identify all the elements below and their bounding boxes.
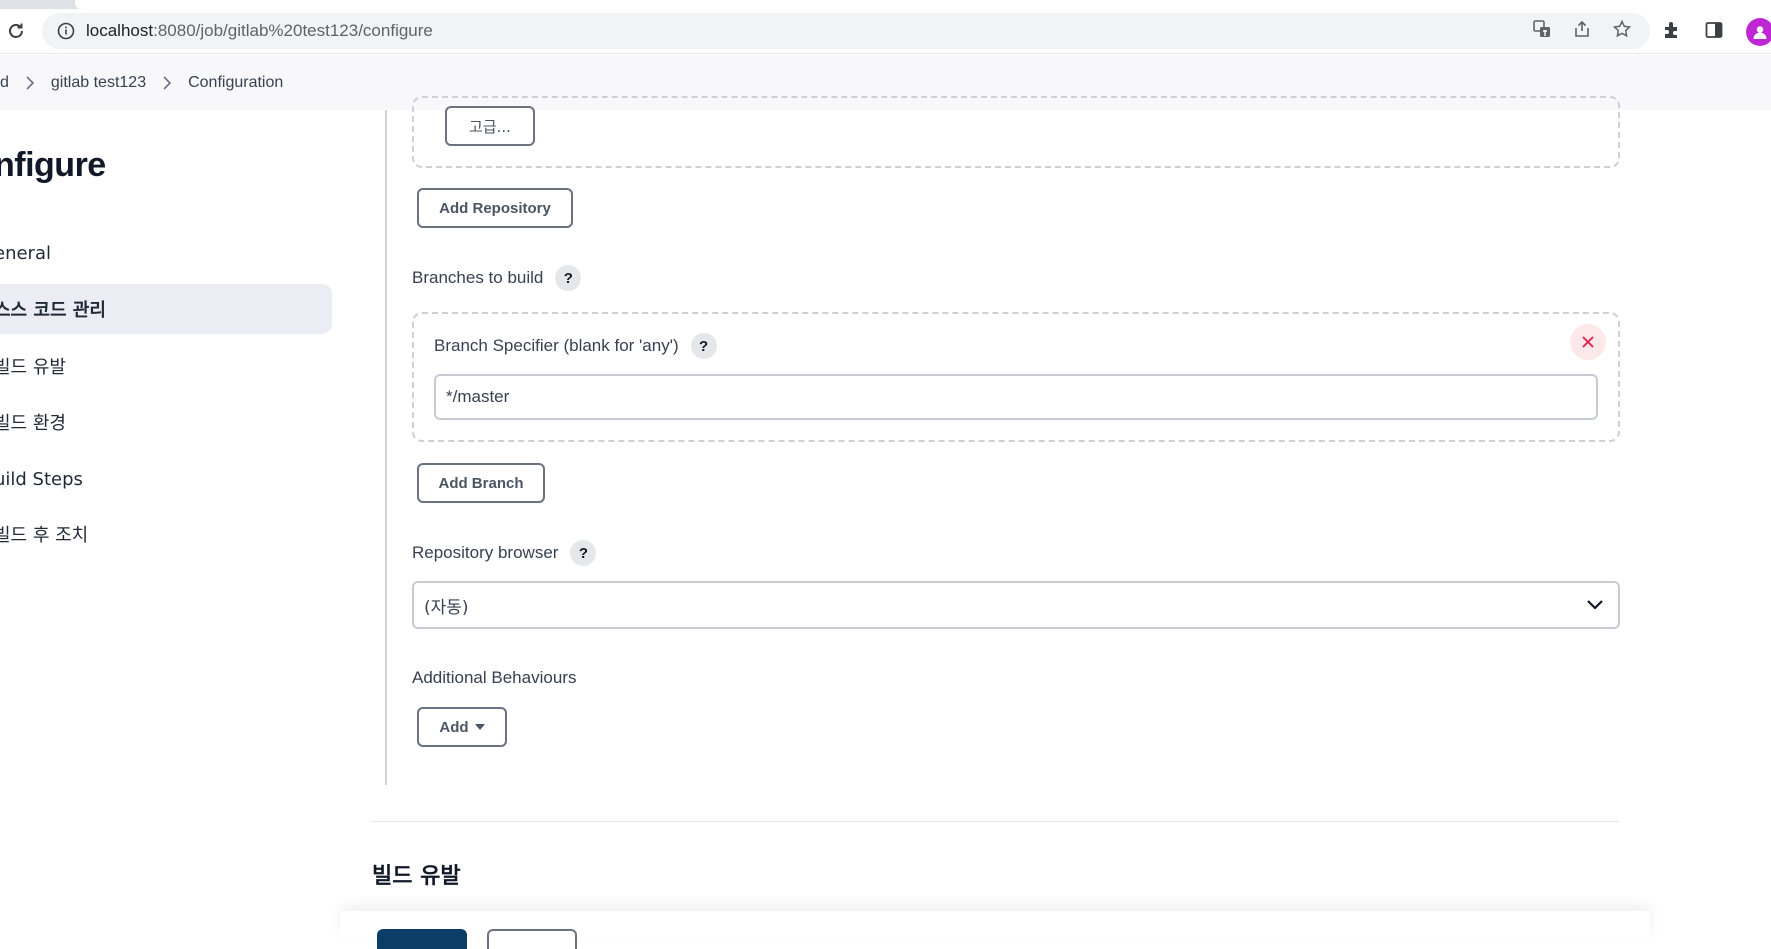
branches-to-build-text: Branches to build — [412, 268, 544, 287]
address-bar[interactable]: localhost:8080/job/gitlab%20test123/conf… — [42, 13, 1650, 49]
add-behaviour-button[interactable]: Add — [417, 707, 507, 747]
breadcrumb-item-job[interactable]: gitlab test123 — [51, 74, 146, 92]
add-repository-button[interactable]: Add Repository — [417, 188, 573, 228]
sidebar-item-source-code-management[interactable]: 스스 코드 관리 — [0, 284, 332, 334]
branch-specifier-input[interactable]: */master — [434, 374, 1598, 420]
section-divider — [385, 110, 387, 785]
sidebar-item-build-environment[interactable]: 빌드 환경 — [0, 397, 332, 447]
section-separator — [371, 821, 1619, 822]
side-panel-icon[interactable] — [1704, 20, 1724, 44]
help-icon[interactable]: ? — [555, 265, 582, 291]
branches-to-build-label: Branches to build ? — [412, 265, 582, 291]
repository-browser-value: (자동) — [424, 597, 469, 618]
add-behaviour-text: Add — [439, 718, 469, 736]
page-title: nfigure — [0, 146, 106, 184]
active-tab[interactable] — [75, 0, 1771, 9]
chevron-right-icon — [162, 75, 172, 90]
apply-button[interactable] — [487, 929, 577, 949]
sidebar-item-general[interactable]: eneral — [0, 228, 332, 278]
breadcrumb-item-configuration[interactable]: Configuration — [188, 74, 283, 92]
breadcrumb-item-dashboard[interactable]: d — [0, 74, 9, 92]
branch-specifier-text: Branch Specifier (blank for 'any') — [434, 336, 679, 355]
additional-behaviours-label: Additional Behaviours — [412, 668, 577, 687]
add-branch-button[interactable]: Add Branch — [417, 463, 545, 503]
advanced-button[interactable]: 고급... — [445, 106, 535, 146]
extensions-icon[interactable] — [1662, 20, 1682, 44]
translate-icon[interactable] — [1532, 19, 1552, 43]
sidebar-item-build-steps[interactable]: uild Steps — [0, 454, 332, 504]
remove-branch-button[interactable] — [1570, 324, 1606, 360]
reload-icon[interactable] — [4, 19, 28, 43]
repository-browser-label: Repository browser ? — [412, 540, 597, 566]
repository-browser-select[interactable]: (자동) — [412, 581, 1620, 629]
help-icon[interactable]: ? — [690, 333, 717, 359]
sidebar-item-post-build-actions[interactable]: 빌드 후 조치 — [0, 509, 332, 559]
tab-strip — [0, 0, 1771, 9]
sidebar-item-build-triggers[interactable]: 빌드 유발 — [0, 341, 332, 391]
build-triggers-heading: 빌드 유발 — [372, 864, 461, 889]
share-icon[interactable] — [1572, 19, 1592, 43]
chevron-right-icon — [25, 75, 35, 90]
site-info-icon[interactable] — [46, 13, 86, 49]
repository-browser-text: Repository browser — [412, 543, 559, 562]
browser-toolbar: localhost:8080/job/gitlab%20test123/conf… — [0, 9, 1771, 54]
help-icon[interactable]: ? — [570, 540, 597, 566]
branch-specifier-label: Branch Specifier (blank for 'any') ? — [434, 333, 717, 359]
caret-down-icon — [474, 724, 485, 730]
chevron-down-icon — [1587, 600, 1603, 610]
bookmark-star-icon[interactable] — [1612, 19, 1632, 43]
repository-config-box — [412, 96, 1620, 168]
save-button[interactable] — [377, 929, 467, 949]
close-icon — [1582, 336, 1594, 348]
url-text: localhost:8080/job/gitlab%20test123/conf… — [86, 21, 433, 40]
profile-avatar[interactable] — [1746, 18, 1771, 46]
